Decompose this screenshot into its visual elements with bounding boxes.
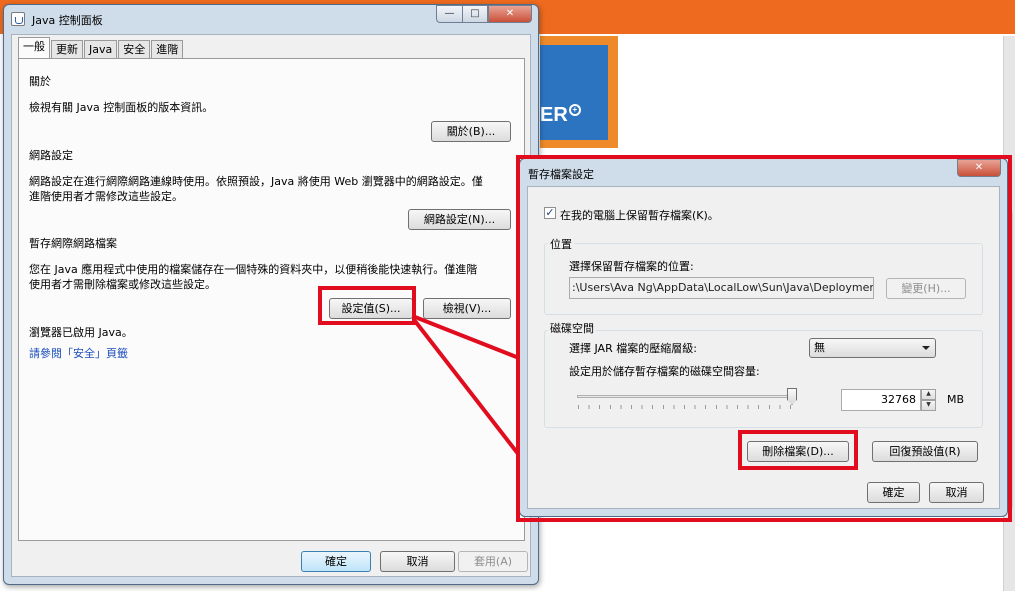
connector-line-bottom xyxy=(413,319,521,457)
delete-button-highlight xyxy=(738,430,858,470)
connector-line-top xyxy=(414,315,520,360)
